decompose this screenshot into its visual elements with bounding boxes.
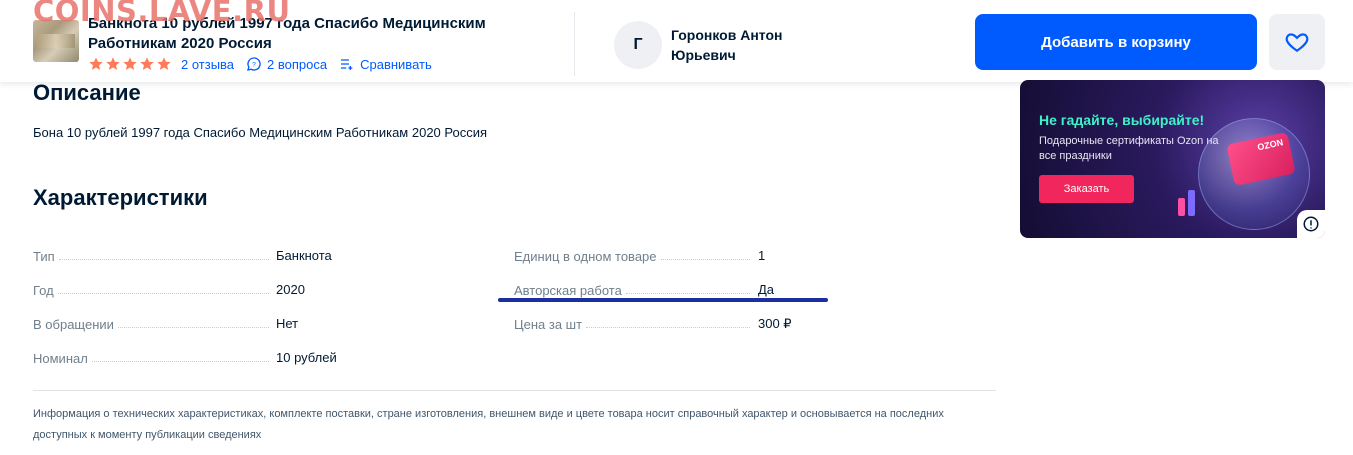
svg-text:?: ? xyxy=(252,62,256,69)
spec-leader xyxy=(660,259,750,260)
spec-value: 2020 xyxy=(276,282,305,297)
spec-leader xyxy=(586,327,750,328)
banner-subtitle: Подарочные сертификаты Ozon на все празд… xyxy=(1039,135,1219,162)
compare-list-icon xyxy=(341,59,353,70)
spec-leader xyxy=(57,293,269,294)
spec-leader xyxy=(58,259,269,260)
ad-info-button[interactable] xyxy=(1297,210,1325,238)
star-icon xyxy=(89,57,103,70)
spec-row: Цена за шт xyxy=(514,314,754,332)
star-icon xyxy=(140,57,154,70)
questions-link[interactable]: ? 2 вопроса xyxy=(246,56,327,72)
candle-illustration xyxy=(1178,198,1185,216)
spec-value: 10 рублей xyxy=(276,350,337,365)
ad-banner[interactable]: OZON Не гадайте, выбирайте! Подарочные с… xyxy=(1020,80,1325,238)
spec-row: В обращении xyxy=(33,314,273,332)
spec-name: Номинал xyxy=(33,351,88,366)
rating-stars[interactable] xyxy=(88,56,172,72)
description-heading: Описание xyxy=(33,80,141,105)
site-watermark: COINS.LAVE.RU xyxy=(33,0,291,28)
spec-row: Единиц в одном товаре xyxy=(514,246,754,264)
section-divider xyxy=(33,390,996,391)
questions-count: 2 вопроса xyxy=(267,56,328,72)
banner-order-button[interactable]: Заказать xyxy=(1039,175,1134,203)
spec-row: Номинал xyxy=(33,348,273,366)
spec-row: Тип xyxy=(33,246,273,264)
spec-name: В обращении xyxy=(33,317,114,332)
star-icon xyxy=(106,57,120,70)
specs-heading: Характеристики xyxy=(33,185,208,210)
spec-leader xyxy=(625,293,750,294)
favorite-button[interactable] xyxy=(1269,14,1325,70)
gift-card-brand: OZON xyxy=(1256,137,1284,153)
star-icon xyxy=(123,57,137,70)
reviews-count: 2 отзыва xyxy=(181,56,235,72)
spec-name: Цена за шт xyxy=(514,317,583,332)
spec-value: 1 xyxy=(758,248,766,263)
spec-value: Нет xyxy=(276,316,299,331)
annotation-underline xyxy=(498,298,828,302)
spec-value: Банкнота xyxy=(276,248,332,263)
spec-name: Тип xyxy=(33,249,55,264)
product-meta: 2 отзыва ? 2 вопроса Сравнивать xyxy=(88,56,444,72)
banner-headline: Не гадайте, выбирайте! xyxy=(1039,112,1205,128)
spec-name: Авторская работа xyxy=(514,283,622,298)
spec-value: Да xyxy=(758,282,775,297)
spec-name: Единиц в одном товаре xyxy=(514,249,657,264)
star-icon xyxy=(157,57,171,70)
description-text: Бона 10 рублей 1997 года Спасибо Медицин… xyxy=(33,125,488,140)
spec-leader xyxy=(91,361,269,362)
compare-label: Сравнивать xyxy=(360,56,432,72)
seller-avatar[interactable]: Г xyxy=(614,21,662,69)
reviews-link[interactable]: 2 отзыва xyxy=(181,57,234,72)
spec-value: 300 ₽ xyxy=(758,316,792,331)
spec-row: Авторская работа xyxy=(514,280,754,298)
spec-name: Год xyxy=(33,283,54,298)
compare-link[interactable]: Сравнивать xyxy=(339,56,432,72)
candle-illustration xyxy=(1188,190,1195,216)
header-divider xyxy=(574,12,575,76)
disclaimer-text: Информация о технических характеристиках… xyxy=(33,408,944,441)
spec-row: Год xyxy=(33,280,273,298)
chat-bubble-icon: ? xyxy=(247,57,261,71)
heart-icon xyxy=(1285,33,1309,52)
spec-leader xyxy=(117,327,269,328)
seller-name[interactable]: Горонков Антон Юрьевич xyxy=(671,25,821,65)
info-icon xyxy=(1303,216,1319,232)
add-to-cart-button[interactable]: Добавить в корзину xyxy=(975,14,1257,70)
